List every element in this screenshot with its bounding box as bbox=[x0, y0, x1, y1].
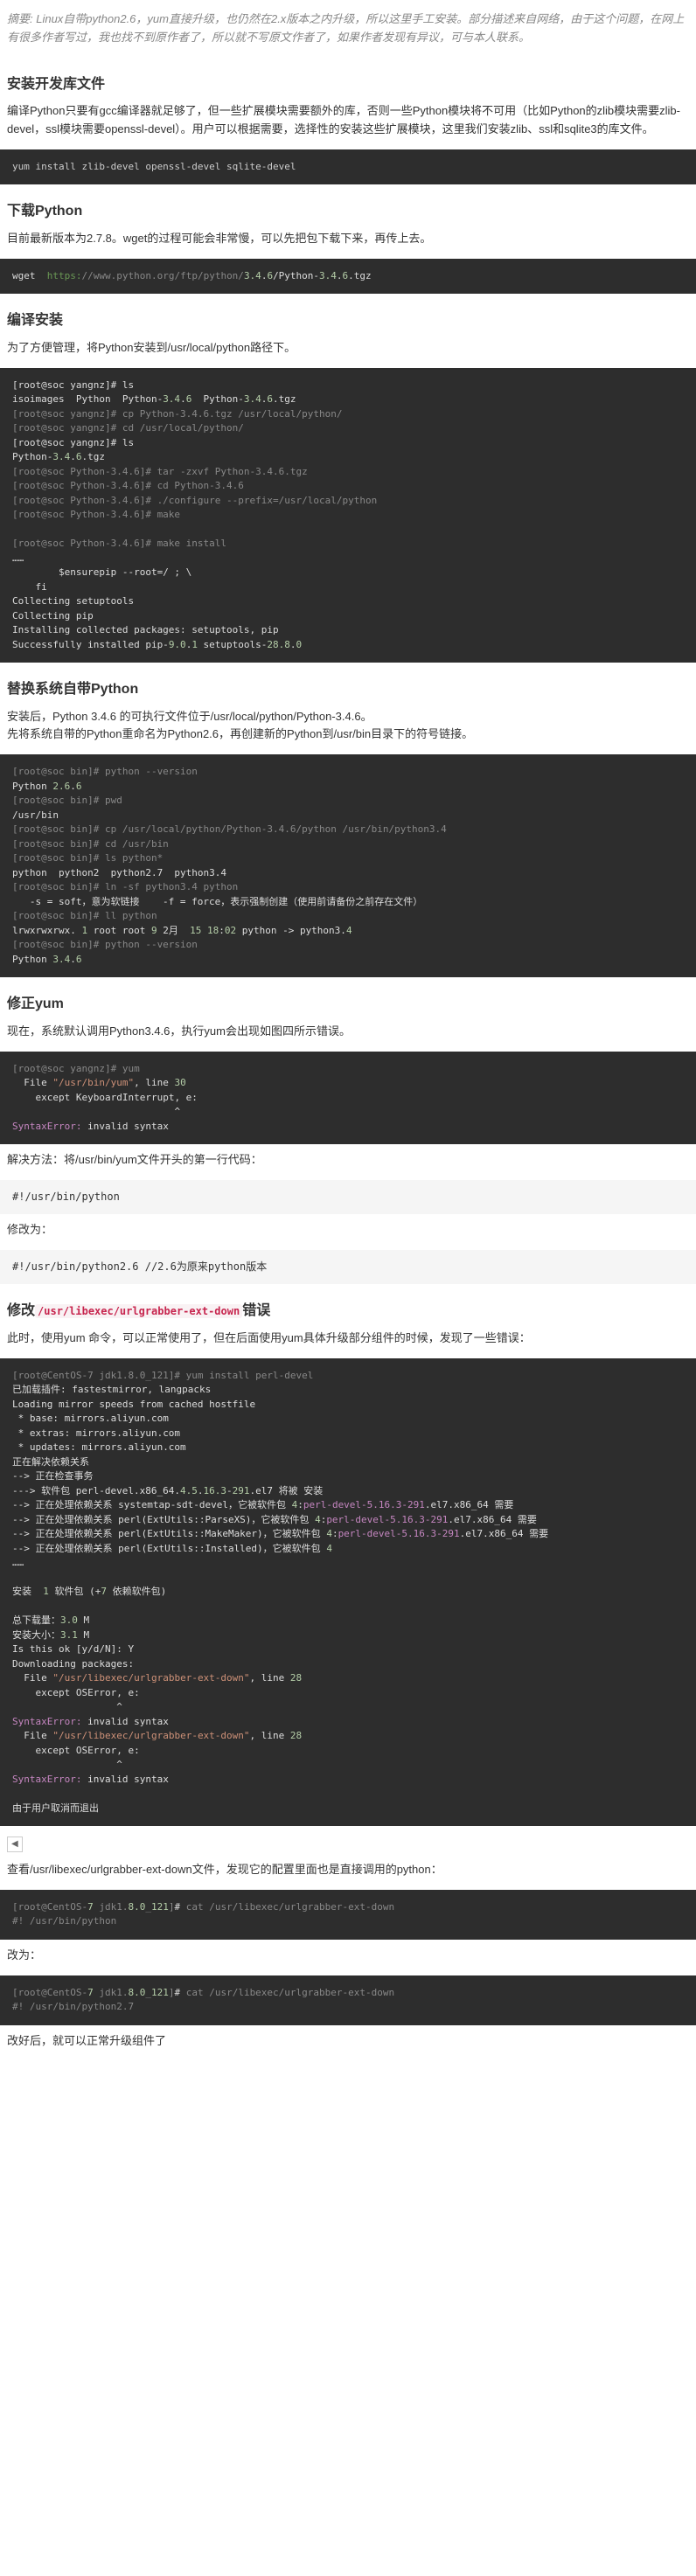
section-text: 修改为： bbox=[7, 1221, 689, 1239]
code-block-yum-install: yum install zlib-devel openssl-devel sql… bbox=[0, 149, 696, 185]
article-intro: 摘要: Linux自带python2.6，yum直接升级，也仍然在2.x版本之内… bbox=[0, 0, 696, 58]
section-text: 改好后，就可以正常升级组件了 bbox=[7, 2032, 689, 2051]
code-block-compile: [root@soc yangnz]# ls isoimages Python P… bbox=[0, 368, 696, 663]
section-text: 为了方便管理，将Python安装到/usr/local/python路径下。 bbox=[7, 339, 689, 358]
code-light-after: #!/usr/bin/python2.6 //2.6为原来python版本 bbox=[0, 1250, 696, 1284]
section-heading-download: 下载Python bbox=[7, 200, 696, 223]
section-heading-urlgrabber: 修改/usr/libexec/urlgrabber-ext-down错误 bbox=[7, 1300, 696, 1323]
code-block-cat-before: [root@CentOS-7 jdk1.8.0_121]# cat /usr/l… bbox=[0, 1890, 696, 1940]
section-text: 编译Python只要有gcc编译器就足够了，但一些扩展模块需要额外的库，否则一些… bbox=[7, 102, 689, 139]
code-block-yum-error: [root@soc yangnz]# yum File "/usr/bin/yu… bbox=[0, 1052, 696, 1145]
code-light-before: #!/usr/bin/python bbox=[0, 1180, 696, 1214]
code-block-replace: [root@soc bin]# python --version Python … bbox=[0, 754, 696, 977]
section-text: 现在，系统默认调用Python3.4.6，执行yum会出现如图四所示错误。 bbox=[7, 1023, 689, 1041]
inline-code: /usr/libexec/urlgrabber-ext-down bbox=[35, 1304, 242, 1318]
code-block-cat-after: [root@CentOS-7 jdk1.8.0_121]# cat /usr/l… bbox=[0, 1975, 696, 2025]
section-text: 解决方法：将/usr/bin/yum文件开头的第一行代码： bbox=[7, 1151, 689, 1170]
section-text: 查看/usr/libexec/urlgrabber-ext-down文件，发现它… bbox=[7, 1861, 689, 1879]
section-heading-install-dev: 安装开发库文件 bbox=[7, 73, 696, 96]
section-heading-replace: 替换系统自带Python bbox=[7, 678, 696, 701]
section-text: 目前最新版本为2.7.8。wget的过程可能会非常慢，可以先把包下载下来，再传上… bbox=[7, 230, 689, 248]
code-block-wget: wget https://www.python.org/ftp/python/3… bbox=[0, 259, 696, 295]
section-text: 改为： bbox=[7, 1947, 689, 1965]
scroll-arrow-icon[interactable]: ◀ bbox=[7, 1837, 23, 1852]
section-heading-compile: 编译安装 bbox=[7, 309, 696, 332]
section-text: 此时，使用yum 命令，可以正常使用了，但在后面使用yum具体升级部分组件的时候… bbox=[7, 1330, 689, 1348]
section-heading-fix-yum: 修正yum bbox=[7, 993, 696, 1016]
code-block-urlgrabber-error: [root@CentOS-7 jdk1.8.0_121]# yum instal… bbox=[0, 1358, 696, 1827]
section-text: 安装后，Python 3.4.6 的可执行文件位于/usr/local/pyth… bbox=[7, 708, 689, 745]
